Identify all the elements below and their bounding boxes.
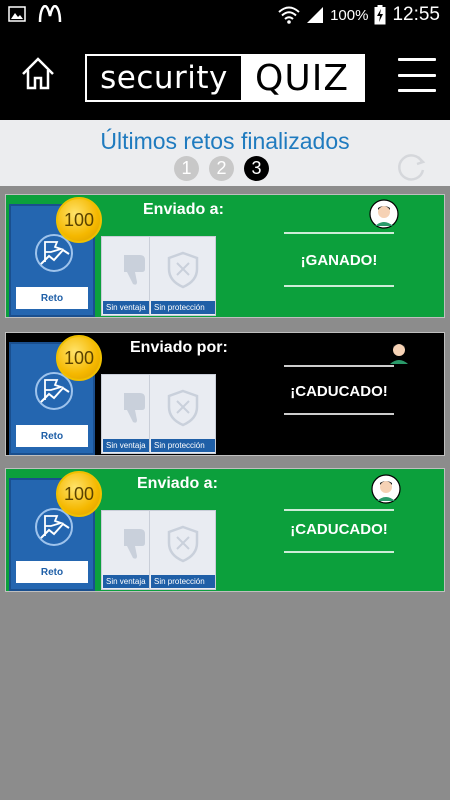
section-title: Últimos retos finalizados bbox=[100, 128, 350, 154]
result-text: ¡GANADO! bbox=[300, 252, 378, 269]
app-logo: security QUIZ bbox=[85, 54, 365, 102]
logo-security-text: security bbox=[100, 60, 228, 96]
clock-time: 12:55 bbox=[392, 4, 440, 25]
thumbs-down-icon bbox=[124, 529, 145, 559]
result-divider-bottom bbox=[284, 285, 394, 287]
section-header: Últimos retos finalizados 1 2 3 bbox=[0, 120, 450, 186]
no-protection-label: Sin protección bbox=[151, 301, 215, 314]
signal-icon bbox=[307, 7, 324, 23]
shield-x-icon bbox=[167, 525, 199, 563]
coin-points-badge: 100 bbox=[56, 471, 102, 517]
result-divider-bottom bbox=[284, 413, 394, 415]
result-divider-top bbox=[284, 509, 394, 511]
page-1-button[interactable]: 1 bbox=[174, 156, 199, 181]
challenge-card[interactable]: Reto 100 Sin ventaja Sin protección Envi… bbox=[5, 468, 445, 592]
thumbs-down-icon bbox=[124, 393, 145, 423]
shield-x-icon bbox=[167, 251, 199, 289]
menu-icon bbox=[398, 58, 436, 61]
battery-percentage: 100% bbox=[330, 6, 369, 24]
gallery-icon bbox=[8, 6, 26, 22]
shield-x-icon bbox=[167, 389, 199, 427]
menu-button[interactable] bbox=[398, 58, 436, 92]
avatar-icon[interactable] bbox=[384, 337, 414, 367]
avatar-icon[interactable] bbox=[369, 199, 399, 229]
avatar-icon[interactable] bbox=[371, 474, 401, 504]
sent-label: Enviado a: bbox=[137, 475, 218, 492]
no-protection-tile: Sin protección bbox=[149, 374, 216, 454]
reto-label: Reto bbox=[16, 425, 88, 447]
logo-quiz-text: QUIZ bbox=[241, 56, 363, 100]
refresh-icon[interactable] bbox=[394, 150, 428, 184]
challenge-card[interactable]: Reto 100 Sin ventaja Sin protección Envi… bbox=[5, 194, 445, 318]
page-3-button[interactable]: 3 bbox=[244, 156, 269, 181]
sent-label: Enviado por: bbox=[130, 339, 228, 356]
status-bar: 100% 12:55 bbox=[0, 0, 450, 30]
result-divider-bottom bbox=[284, 551, 394, 553]
no-protection-tile: Sin protección bbox=[149, 236, 216, 316]
wifi-icon bbox=[278, 6, 300, 24]
page-2-button[interactable]: 2 bbox=[209, 156, 234, 181]
mcdonalds-icon bbox=[38, 5, 62, 23]
challenge-card[interactable]: Reto 100 Sin ventaja Sin protección Envi… bbox=[5, 332, 445, 456]
reto-label: Reto bbox=[16, 287, 88, 309]
result-text: ¡CADUCADO! bbox=[290, 521, 388, 538]
home-icon bbox=[22, 57, 54, 90]
reto-label: Reto bbox=[16, 561, 88, 583]
pagination: 1 2 3 bbox=[174, 156, 269, 181]
no-protection-tile: Sin protección bbox=[149, 510, 216, 590]
coin-points-badge: 100 bbox=[56, 335, 102, 381]
thumbs-down-icon bbox=[124, 255, 145, 285]
no-protection-label: Sin protección bbox=[151, 575, 215, 588]
no-protection-label: Sin protección bbox=[151, 439, 215, 452]
home-button[interactable] bbox=[18, 54, 58, 94]
result-divider-top bbox=[284, 232, 394, 234]
battery-charging-icon bbox=[374, 5, 386, 25]
app-header: security QUIZ bbox=[0, 30, 450, 120]
sent-label: Enviado a: bbox=[143, 201, 224, 218]
result-divider-top bbox=[284, 365, 394, 367]
coin-points-badge: 100 bbox=[56, 197, 102, 243]
result-text: ¡CADUCADO! bbox=[290, 383, 388, 400]
